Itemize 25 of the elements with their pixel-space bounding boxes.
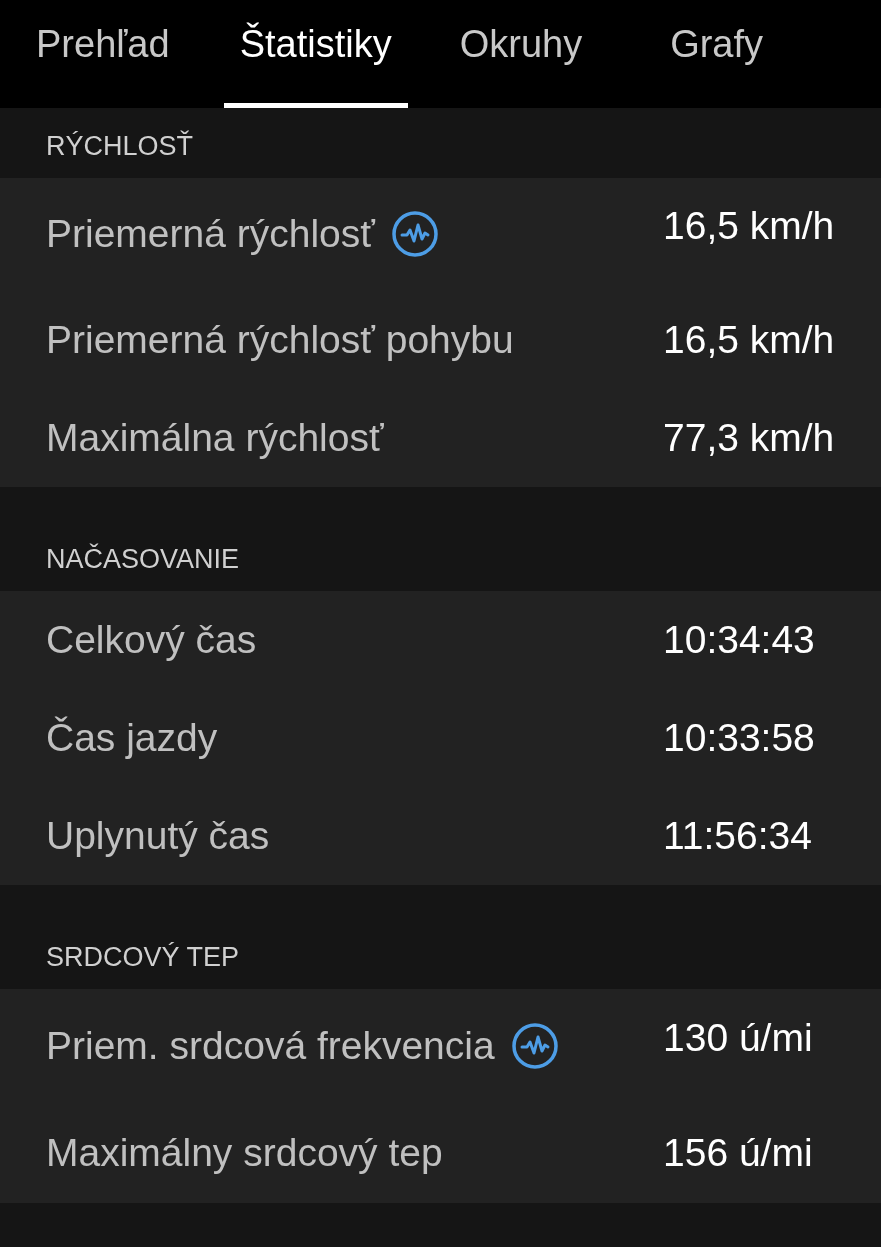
- section-header: SRDCOVÝ TEP: [46, 942, 240, 973]
- section-header: NAČASOVANIE: [46, 544, 240, 575]
- stat-value: 156 ú/mi: [663, 1130, 813, 1175]
- stat-value: 10:34:43: [663, 618, 815, 662]
- tab[interactable]: Grafy: [654, 0, 780, 108]
- stat-value: 16,5 km/h: [663, 204, 835, 248]
- heart-rate-icon: [510, 1021, 559, 1070]
- stat-label: Maximálna rýchlosť: [46, 416, 384, 460]
- stat-value: 10:33:58: [663, 716, 815, 760]
- heart-rate-icon: [390, 210, 439, 258]
- stat-value: 77,3 km/h: [663, 416, 835, 460]
- section-header: RÝCHLOSŤ: [46, 131, 194, 162]
- stat-label: Maximálny srdcový tep: [46, 1130, 443, 1175]
- tab[interactable]: Štatistiky: [223, 0, 408, 108]
- tab[interactable]: Okruhy: [443, 0, 599, 108]
- stat-label: Priemerná rýchlosť: [46, 212, 375, 256]
- stat-label: Priemerná rýchlosť pohybu: [46, 317, 514, 362]
- stat-label: Priem. srdcová frekvencia: [46, 1023, 495, 1068]
- stat-value: 16,5 km/h: [663, 317, 835, 362]
- tab[interactable]: Prehľad: [20, 0, 186, 108]
- stat-label: Čas jazdy: [46, 716, 218, 760]
- stat-value: 130 ú/mi: [663, 1015, 813, 1060]
- stat-label: Uplynutý čas: [46, 814, 270, 858]
- stat-label: Celkový čas: [46, 618, 257, 662]
- stat-value: 11:56:34: [663, 814, 812, 858]
